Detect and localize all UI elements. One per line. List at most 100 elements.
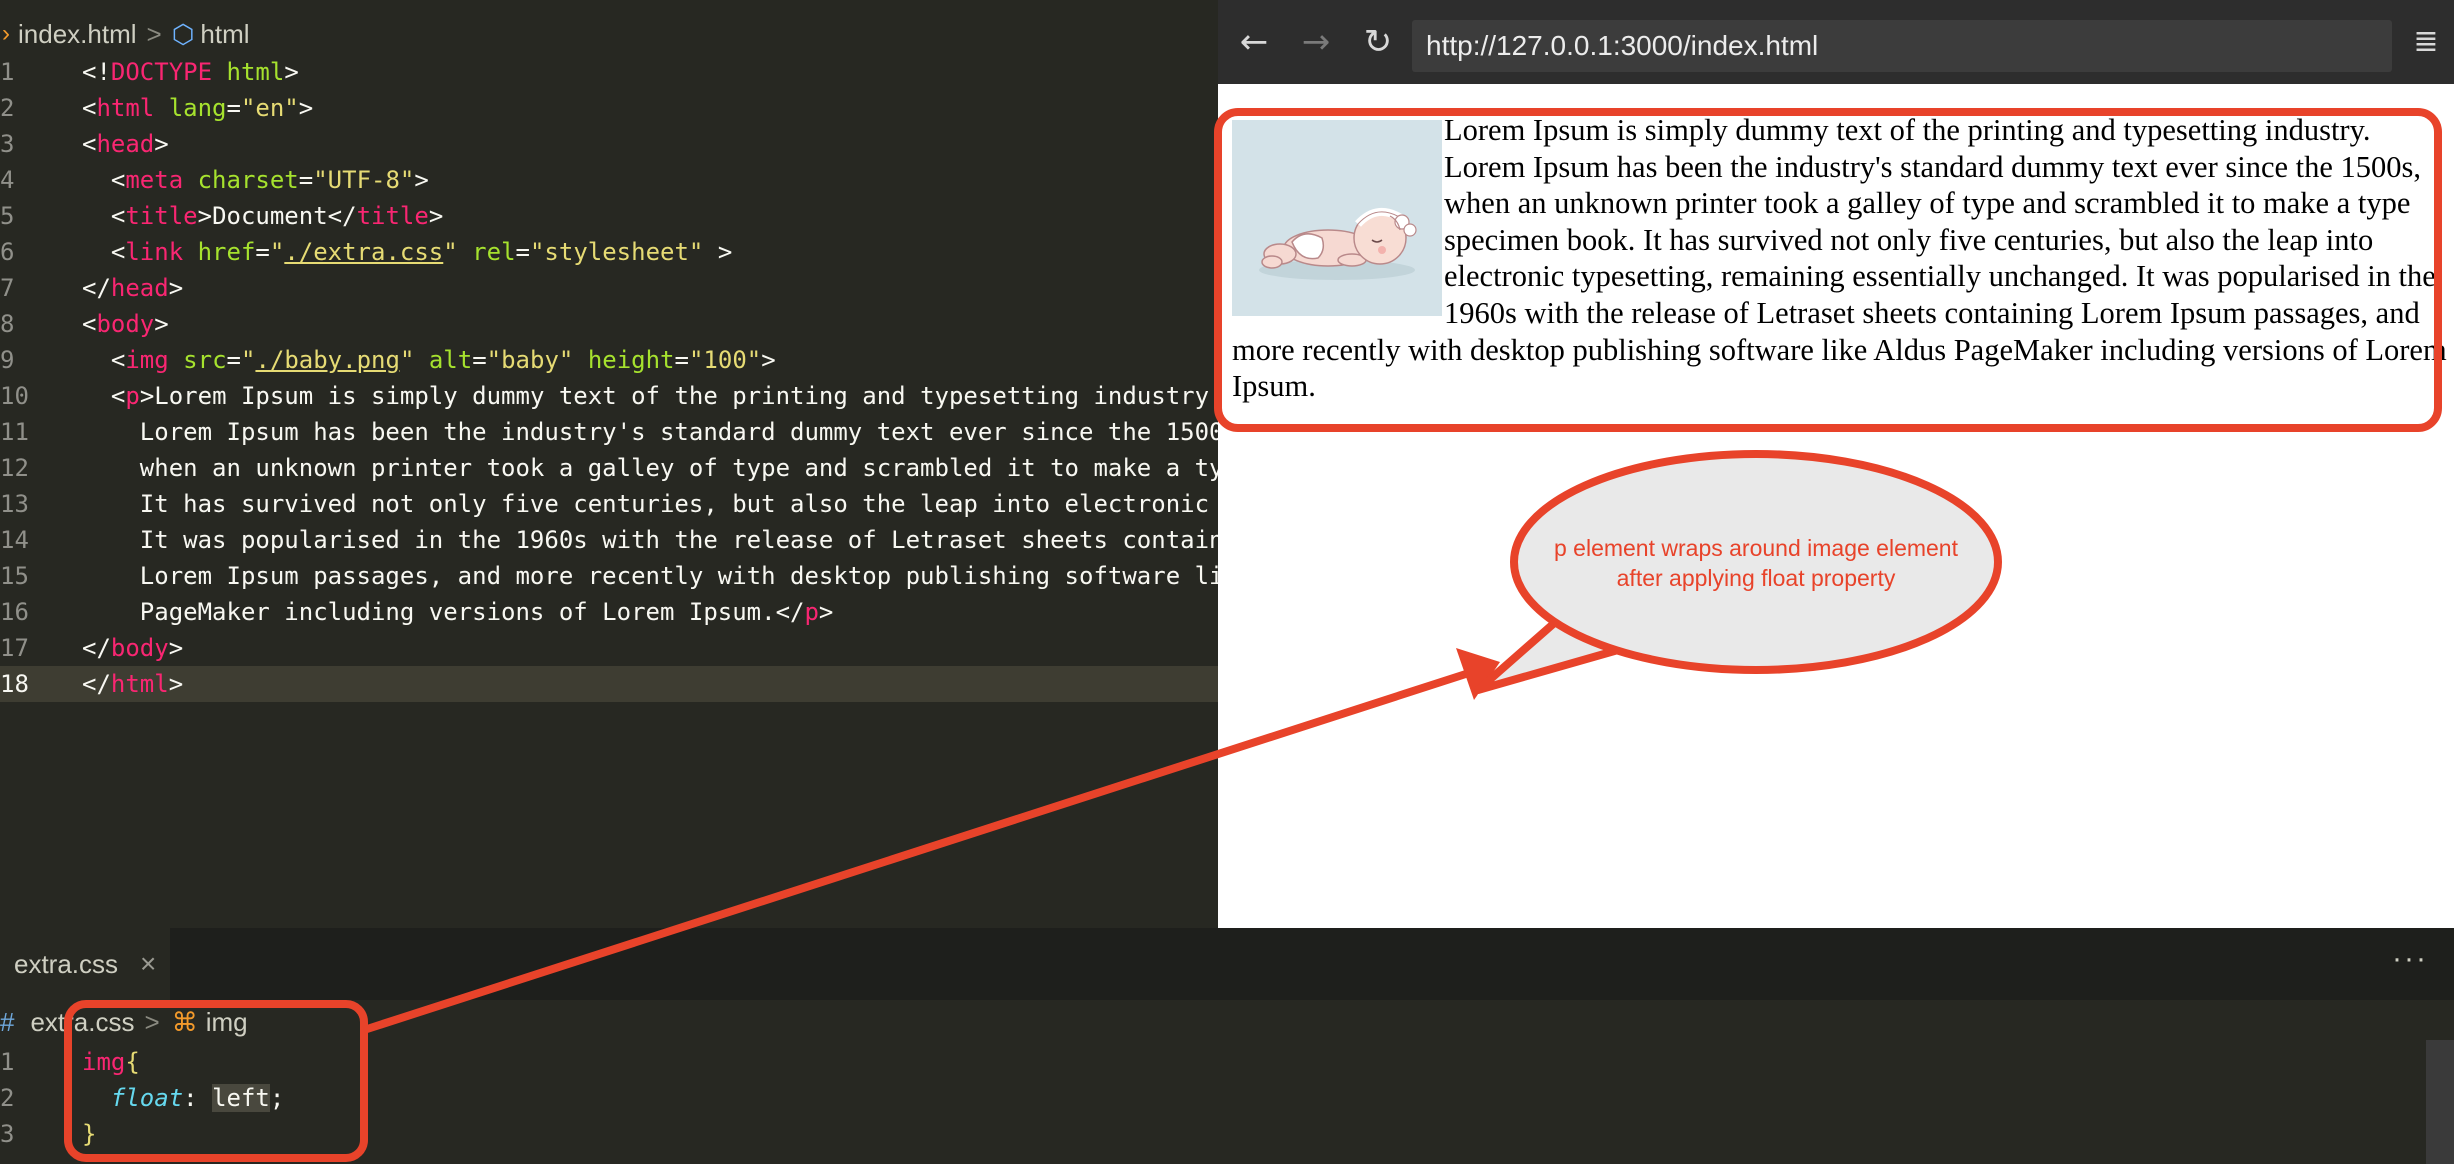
code-line[interactable]: 4 <meta charset="UTF-8"> xyxy=(0,162,1218,198)
code-token: " xyxy=(399,346,415,374)
code-line[interactable]: 16 PageMaker including versions of Lorem… xyxy=(0,594,1218,630)
code-line[interactable]: 6 <link href="./extra.css" rel="styleshe… xyxy=(0,234,1218,270)
code-token: " xyxy=(240,346,256,374)
code-line[interactable]: 12 when an unknown printer took a galley… xyxy=(0,450,1218,486)
code-token: when an unknown printer took a galley of… xyxy=(82,454,1218,482)
code-token: } xyxy=(82,1120,97,1148)
code-token: Lorem Ipsum passages, and more recently … xyxy=(82,562,1218,590)
code-token: href xyxy=(197,238,256,266)
menu-icon[interactable]: ≣ xyxy=(2404,20,2448,64)
code-token: > xyxy=(168,274,184,302)
close-icon[interactable]: × xyxy=(140,948,156,980)
code-token: link xyxy=(125,238,184,266)
code-token: > xyxy=(168,670,184,698)
code-line[interactable]: 7 </head> xyxy=(0,270,1218,306)
forward-arrow-icon[interactable]: → xyxy=(1294,20,1338,64)
code-token: alt xyxy=(428,346,473,374)
code-token: < xyxy=(82,310,97,338)
code-token: > xyxy=(154,130,169,158)
more-actions-icon[interactable]: ··· xyxy=(2392,942,2428,976)
line-number: 15 xyxy=(0,562,29,590)
code-line[interactable]: 17 </body> xyxy=(0,630,1218,666)
code-token: charset xyxy=(197,166,299,194)
code-token: Lorem Ipsum is simply dummy text of the … xyxy=(154,382,1218,410)
code-token: </ xyxy=(82,274,111,302)
breadcrumb-file[interactable]: index.html xyxy=(18,19,137,50)
code-token: = xyxy=(298,166,314,194)
code-line[interactable]: 14 It was popularised in the 1960s with … xyxy=(0,522,1218,558)
code-token: "UTF-8" xyxy=(313,166,415,194)
code-token: = xyxy=(226,346,241,374)
symbol-cube-icon: ⬡ xyxy=(171,18,195,49)
scrollbar[interactable] xyxy=(2426,1040,2454,1164)
line-number: 11 xyxy=(0,418,29,446)
code-token: p xyxy=(804,598,819,626)
code-token: </ xyxy=(327,202,357,230)
tab-extra-css[interactable]: extra.css × xyxy=(0,928,171,1000)
code-token: > xyxy=(197,202,213,230)
html-editor-pane[interactable]: › index.html > ⬡ html 1 <!DOCTYPE html> 2 <… xyxy=(0,0,1218,928)
css-file-icon: # xyxy=(0,1006,15,1037)
code-line[interactable]: 9 <img src="./baby.png" alt="baby" heigh… xyxy=(0,342,1218,378)
breadcrumb-symbol[interactable]: img xyxy=(206,1007,248,1038)
code-token: > xyxy=(284,58,299,86)
breadcrumb-separator: > xyxy=(144,1006,160,1037)
line-number: 2 xyxy=(0,1084,15,1112)
code-token: < xyxy=(82,130,97,158)
code-text: </body> xyxy=(82,630,183,666)
code-text: <meta charset="UTF-8"> xyxy=(82,162,429,198)
code-token: head xyxy=(96,130,155,158)
code-token: <! xyxy=(82,58,111,86)
code-text: Lorem Ipsum has been the industry's stan… xyxy=(82,414,1218,450)
code-token: > xyxy=(703,238,733,266)
code-token: rel xyxy=(472,238,516,266)
code-line[interactable]: 5 <title>Document</title> xyxy=(0,198,1218,234)
code-line[interactable]: 2 float: left; xyxy=(0,1080,2426,1116)
code-line[interactable]: 1 img{ xyxy=(0,1044,2426,1080)
code-line[interactable]: 15 Lorem Ipsum passages, and more recent… xyxy=(0,558,1218,594)
code-line[interactable]: 10 <p>Lorem Ipsum is simply dummy text o… xyxy=(0,378,1218,414)
code-line[interactable]: 3} xyxy=(0,1116,2426,1152)
code-token: </ xyxy=(82,634,111,662)
code-token: " xyxy=(443,238,458,266)
code-line[interactable]: 2 <html lang="en"> xyxy=(0,90,1218,126)
breadcrumb-symbol[interactable]: html xyxy=(200,19,249,50)
code-text: <link href="./extra.css" rel="stylesheet… xyxy=(82,234,732,270)
line-number: 10 xyxy=(0,382,29,410)
code-token: : xyxy=(183,1084,213,1112)
line-number: 18 xyxy=(0,670,29,698)
code-line[interactable]: 11 Lorem Ipsum has been the industry's s… xyxy=(0,414,1218,450)
breadcrumb-file[interactable]: extra.css xyxy=(30,1007,134,1038)
back-arrow-icon[interactable]: ← xyxy=(1232,20,1276,64)
css-editor-pane[interactable]: extra.css × ··· # extra.css > ⌘ img 1 img… xyxy=(0,928,2454,1164)
code-token: > xyxy=(428,202,444,230)
code-token: </ xyxy=(82,670,111,698)
code-text: <!DOCTYPE html> xyxy=(82,54,299,90)
line-number: 12 xyxy=(0,454,29,482)
code-token: "100" xyxy=(688,346,762,374)
line-number: 7 xyxy=(0,274,15,302)
tab-label[interactable]: extra.css xyxy=(14,949,118,980)
code-text: <p>Lorem Ipsum is simply dummy text of t… xyxy=(82,378,1218,414)
code-token: < xyxy=(82,238,126,266)
code-token: head xyxy=(110,274,169,302)
code-text: <title>Document</title> xyxy=(82,198,443,234)
code-text: <html lang="en"> xyxy=(82,90,313,126)
url-bar[interactable]: http://127.0.0.1:3000/index.html xyxy=(1412,20,2392,72)
code-line[interactable]: 13 It has survived not only five centuri… xyxy=(0,486,1218,522)
code-token: < xyxy=(82,382,126,410)
reload-icon[interactable]: ↻ xyxy=(1356,20,1400,64)
code-line[interactable]: 8 <body> xyxy=(0,306,1218,342)
code-token: "stylesheet" xyxy=(529,238,704,266)
tab-bar: extra.css × ··· xyxy=(0,928,2454,1000)
code-line[interactable]: 18 </html> xyxy=(0,666,1218,702)
code-line[interactable]: 1 <!DOCTYPE html> xyxy=(0,54,1218,90)
code-token: src xyxy=(183,346,227,374)
code-line[interactable]: 3 <head> xyxy=(0,126,1218,162)
